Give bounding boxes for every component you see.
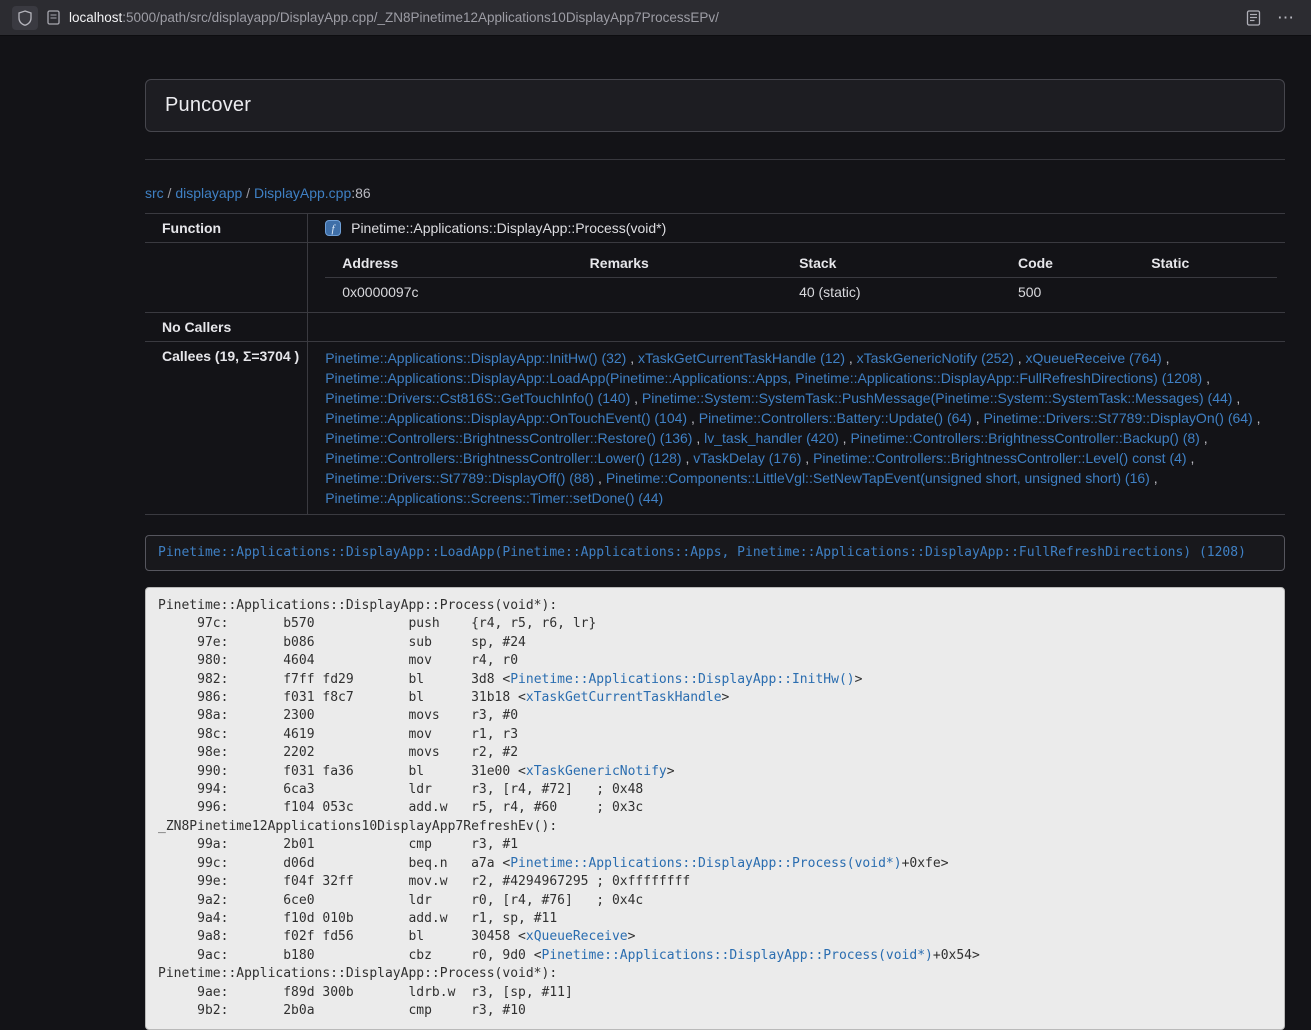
no-callers-label: No Callers bbox=[145, 313, 308, 342]
url-bar[interactable]: localhost:5000/path/src/displayapp/Displ… bbox=[69, 10, 1237, 25]
toolbar-actions: ⋯ bbox=[1246, 9, 1299, 26]
reader-mode-icon[interactable] bbox=[1246, 10, 1261, 26]
column-header-remarks: Remarks bbox=[573, 249, 782, 278]
code-symbol-link[interactable]: Pinetime::Applications::DisplayApp::Proc… bbox=[542, 948, 933, 963]
callee-separator: , bbox=[1202, 370, 1210, 386]
title-panel: Puncover bbox=[145, 79, 1285, 132]
callee-link[interactable]: Pinetime::Controllers::BrightnessControl… bbox=[325, 430, 692, 446]
breadcrumb-link[interactable]: displayapp bbox=[175, 185, 242, 201]
callee-separator: , bbox=[1187, 450, 1195, 466]
callee-separator: , bbox=[1232, 390, 1240, 406]
callee-link[interactable]: Pinetime::Applications::Screens::Timer::… bbox=[325, 490, 663, 506]
browser-toolbar: localhost:5000/path/src/displayapp/Displ… bbox=[0, 0, 1311, 36]
column-header-code: Code bbox=[1001, 249, 1134, 278]
callee-separator: , bbox=[972, 410, 984, 426]
callee-link[interactable]: Pinetime::Components::LittleVgl::SetNewT… bbox=[606, 470, 1150, 486]
function-table: Function f Pinetime::Applications::Displ… bbox=[145, 213, 1285, 515]
stats-cell: Address Remarks Stack Code Static 0x0000… bbox=[308, 243, 1285, 313]
callee-link[interactable]: xQueueReceive (764) bbox=[1026, 350, 1162, 366]
callee-link[interactable]: Pinetime::Applications::DisplayApp::OnTo… bbox=[325, 410, 687, 426]
url-host: localhost bbox=[69, 10, 122, 25]
callee-separator: , bbox=[801, 450, 813, 466]
breadcrumb-link[interactable]: DisplayApp.cpp bbox=[254, 185, 351, 201]
empty-label-cell bbox=[145, 243, 308, 313]
stack-value: 40 (static) bbox=[782, 278, 1001, 307]
breadcrumb: src / displayapp / DisplayApp.cpp:86 bbox=[145, 185, 1285, 201]
callee-link[interactable]: lv_task_handler (420) bbox=[704, 430, 839, 446]
callee-link[interactable]: xTaskGenericNotify (252) bbox=[857, 350, 1014, 366]
address-value: 0x0000097c bbox=[325, 278, 572, 307]
callee-link[interactable]: xTaskGetCurrentTaskHandle (12) bbox=[638, 350, 845, 366]
code-symbol-link[interactable]: xTaskGetCurrentTaskHandle bbox=[526, 690, 722, 705]
disassembly: Pinetime::Applications::DisplayApp::Proc… bbox=[145, 587, 1285, 1030]
callee-link[interactable]: Pinetime::Drivers::St7789::DisplayOn() (… bbox=[984, 410, 1253, 426]
callee-separator: , bbox=[1014, 350, 1026, 366]
callee-link[interactable]: Pinetime::Applications::DisplayApp::Init… bbox=[325, 350, 626, 366]
function-icon: f bbox=[325, 220, 341, 236]
shield-button[interactable] bbox=[12, 6, 38, 30]
callee-link[interactable]: Pinetime::Controllers::BrightnessControl… bbox=[325, 450, 681, 466]
stats-header-row: Address Remarks Stack Code Static bbox=[325, 249, 1277, 278]
function-name: Pinetime::Applications::DisplayApp::Proc… bbox=[351, 220, 666, 236]
no-callers-cell bbox=[308, 313, 1285, 342]
callee-link[interactable]: vTaskDelay (176) bbox=[693, 450, 801, 466]
divider bbox=[145, 159, 1285, 160]
function-row: Function f Pinetime::Applications::Displ… bbox=[145, 214, 1285, 243]
callee-separator: , bbox=[1162, 350, 1170, 366]
callee-separator: , bbox=[594, 470, 606, 486]
callee-link[interactable]: Pinetime::Controllers::BrightnessControl… bbox=[813, 450, 1186, 466]
stats-table: Address Remarks Stack Code Static 0x0000… bbox=[325, 249, 1277, 306]
shield-icon bbox=[18, 10, 32, 26]
callees-label: Callees (19, Σ=3704 ) bbox=[145, 342, 308, 515]
symbol-highlight-box: Pinetime::Applications::DisplayApp::Load… bbox=[145, 535, 1285, 571]
callee-link[interactable]: Pinetime::Controllers::BrightnessControl… bbox=[850, 430, 1199, 446]
callee-separator: , bbox=[1200, 430, 1208, 446]
breadcrumb-separator: / bbox=[242, 185, 254, 201]
callee-link[interactable]: Pinetime::Applications::DisplayApp::Load… bbox=[325, 370, 1202, 386]
symbol-highlight-link[interactable]: Pinetime::Applications::DisplayApp::Load… bbox=[158, 545, 1246, 560]
callee-separator: , bbox=[1253, 410, 1261, 426]
callees-cell: Pinetime::Applications::DisplayApp::Init… bbox=[308, 342, 1285, 515]
url-path: :5000/path/src/displayapp/DisplayApp.cpp… bbox=[122, 10, 719, 25]
remarks-value bbox=[573, 278, 782, 307]
column-header-static: Static bbox=[1134, 249, 1277, 278]
stats-value-row: 0x0000097c 40 (static) 500 bbox=[325, 278, 1277, 307]
callee-separator: , bbox=[1150, 470, 1158, 486]
breadcrumb-line-number: :86 bbox=[351, 185, 370, 201]
code-symbol-link[interactable]: Pinetime::Applications::DisplayApp::Proc… bbox=[510, 856, 901, 871]
callee-separator: , bbox=[692, 430, 704, 446]
callee-link[interactable]: Pinetime::Controllers::Battery::Update()… bbox=[699, 410, 972, 426]
overflow-menu-icon[interactable]: ⋯ bbox=[1277, 9, 1295, 26]
code-symbol-link[interactable]: xQueueReceive bbox=[526, 929, 628, 944]
stats-row: Address Remarks Stack Code Static 0x0000… bbox=[145, 243, 1285, 313]
column-header-address: Address bbox=[325, 249, 572, 278]
breadcrumb-link[interactable]: src bbox=[145, 185, 164, 201]
callee-link[interactable]: Pinetime::Drivers::St7789::DisplayOff() … bbox=[325, 470, 594, 486]
function-cell: f Pinetime::Applications::DisplayApp::Pr… bbox=[308, 214, 1285, 243]
column-header-stack: Stack bbox=[782, 249, 1001, 278]
code-value: 500 bbox=[1001, 278, 1134, 307]
function-label: Function bbox=[145, 214, 308, 243]
callee-separator: , bbox=[682, 450, 694, 466]
callers-row: No Callers bbox=[145, 313, 1285, 342]
code-symbol-link[interactable]: xTaskGenericNotify bbox=[526, 764, 667, 779]
callee-link[interactable]: Pinetime::Drivers::Cst816S::GetTouchInfo… bbox=[325, 390, 630, 406]
page-title: Puncover bbox=[165, 94, 1265, 117]
callee-separator: , bbox=[839, 430, 851, 446]
callees-row: Callees (19, Σ=3704 ) Pinetime::Applicat… bbox=[145, 342, 1285, 515]
breadcrumb-separator: / bbox=[164, 185, 176, 201]
main-content: Puncover src / displayapp / DisplayApp.c… bbox=[145, 79, 1285, 1030]
callee-separator: , bbox=[626, 350, 638, 366]
callee-link[interactable]: Pinetime::System::SystemTask::PushMessag… bbox=[642, 390, 1233, 406]
static-value bbox=[1134, 278, 1277, 307]
callee-separator: , bbox=[630, 390, 642, 406]
callee-separator: , bbox=[845, 350, 857, 366]
page-info-icon[interactable] bbox=[47, 10, 60, 25]
code-symbol-link[interactable]: Pinetime::Applications::DisplayApp::Init… bbox=[510, 672, 854, 687]
callee-separator: , bbox=[687, 410, 699, 426]
